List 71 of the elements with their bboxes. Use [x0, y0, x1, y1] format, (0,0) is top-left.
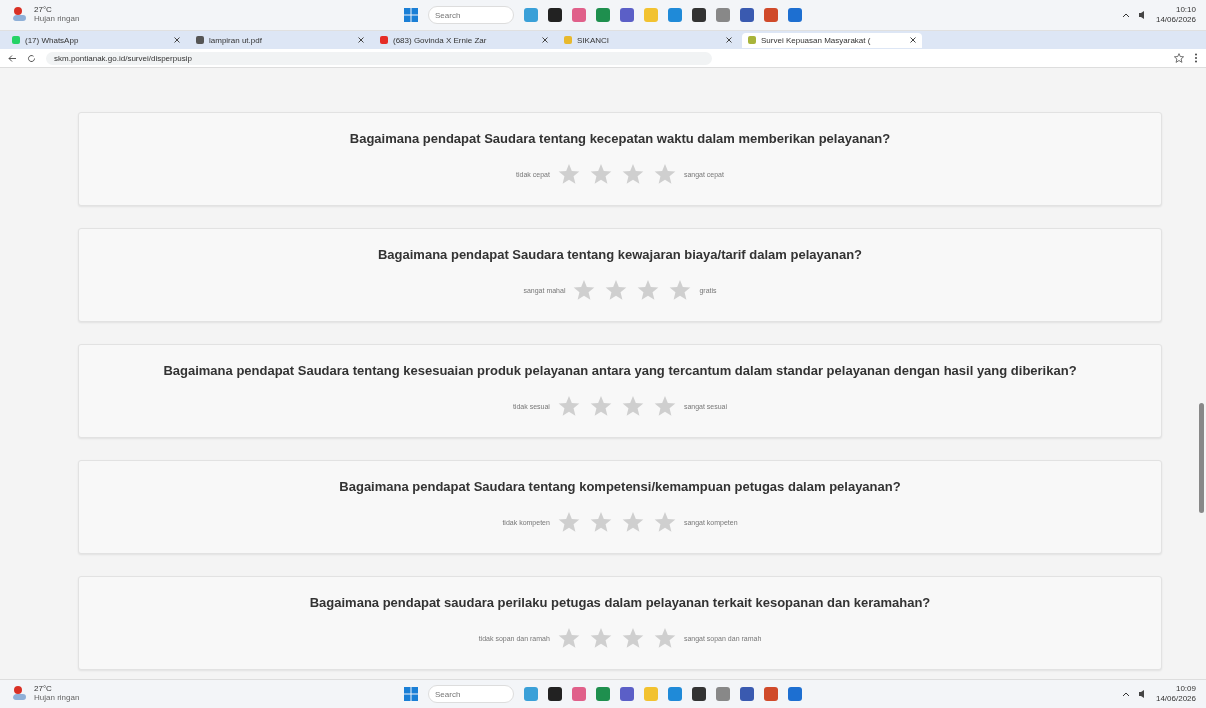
star-icon[interactable] — [621, 512, 644, 533]
app-icon[interactable] — [620, 687, 634, 701]
clock-date: 14/06/2026 — [1155, 694, 1196, 704]
star-icon[interactable] — [653, 164, 676, 185]
clock-time: 10:10 — [1175, 5, 1196, 15]
star-icon[interactable] — [589, 512, 612, 533]
star-icon[interactable] — [621, 164, 644, 185]
windows-icon[interactable] — [404, 8, 418, 22]
app-icon[interactable] — [764, 8, 778, 22]
app-icon[interactable] — [548, 687, 562, 701]
star-icon[interactable] — [557, 396, 580, 417]
chevron-icon[interactable] — [1121, 12, 1130, 18]
url-field[interactable]: skm.pontianak.go.id/survei/disperpusip — [46, 51, 712, 65]
star-icon[interactable] — [653, 512, 676, 533]
back-icon[interactable] — [8, 53, 17, 63]
close-icon[interactable] — [910, 37, 916, 43]
star-icon[interactable] — [557, 164, 580, 185]
question-text: Bagaimana pendapat Saudara tentang kesesuaian produk pelayanan antara yang tercantum dalam standar pelayanan dengan hasil yang diberikan? — [163, 363, 1077, 378]
star-icon[interactable] — [589, 628, 612, 649]
app-icon[interactable] — [740, 8, 754, 22]
browser-tab[interactable]: Survei Kepuasan Masyarakat ( — [742, 32, 922, 48]
reload-icon[interactable] — [27, 53, 36, 63]
app-icon[interactable] — [716, 8, 730, 22]
chevron-icon[interactable] — [1121, 691, 1130, 697]
windows-icon[interactable] — [404, 687, 418, 701]
star-icon[interactable] — [557, 512, 580, 533]
browser-tab[interactable]: lampiran ut.pdf — [190, 32, 370, 48]
app-icon[interactable] — [716, 687, 730, 701]
clock-date: 14/06/2026 — [1155, 15, 1196, 25]
browser-tab[interactable]: SIKANCI — [558, 32, 738, 48]
more-icon[interactable] — [1194, 53, 1198, 63]
star-icon[interactable] — [621, 396, 644, 417]
close-icon[interactable] — [174, 37, 180, 43]
star-icon[interactable] — [557, 628, 580, 649]
app-icon[interactable] — [692, 687, 706, 701]
question-text: Bagaimana pendapat Saudara tentang kewajaran biaya/tarif dalam pelayanan? — [377, 247, 863, 262]
star-icon[interactable] — [589, 396, 612, 417]
browser-tab[interactable]: (17) WhatsApp — [6, 32, 186, 48]
temperature: 27°C — [34, 685, 53, 694]
app-icon[interactable] — [596, 687, 610, 701]
weather-text: Hujan ringan — [34, 694, 80, 703]
star-icon[interactable] — [637, 280, 660, 301]
star-icon[interactable] — [589, 164, 612, 185]
temperature: 27°C — [34, 6, 53, 15]
app-icon[interactable] — [692, 8, 706, 22]
star-icon[interactable] — [621, 628, 644, 649]
browser-tab[interactable]: (683) Govinda X Ernie Zar — [374, 32, 554, 48]
star-icon[interactable] — [573, 280, 596, 301]
app-icon[interactable] — [596, 8, 610, 22]
star-icon[interactable] — [653, 628, 676, 649]
app-icon[interactable] — [788, 687, 802, 701]
question-text: Bagaimana pendapat saudara perilaku petugas dalam pelayanan terkait kesopanan dan keramahan? — [309, 595, 931, 610]
scrollbar-thumb[interactable] — [1199, 403, 1204, 513]
close-icon[interactable] — [542, 37, 548, 43]
app-icon[interactable] — [740, 687, 754, 701]
close-icon[interactable] — [358, 37, 364, 43]
app-icon[interactable] — [620, 8, 634, 22]
app-icon[interactable] — [788, 8, 802, 22]
question-text: Bagaimana pendapat Saudara tentang kompetensi/kemampuan petugas dalam pelayanan? — [339, 479, 901, 494]
clock-time: 10:09 — [1175, 684, 1196, 694]
star-icon[interactable] — [605, 280, 628, 301]
close-icon[interactable] — [726, 37, 732, 43]
weather-text: Hujan ringan — [34, 15, 80, 24]
star-outline-icon[interactable] — [1174, 53, 1184, 63]
star-icon[interactable] — [669, 280, 692, 301]
search-field[interactable]: Search — [428, 685, 514, 703]
search-field[interactable]: Search — [428, 6, 514, 24]
star-icon[interactable] — [653, 396, 676, 417]
app-icon[interactable] — [764, 687, 778, 701]
app-icon[interactable] — [548, 8, 562, 22]
question-text: Bagaimana pendapat Saudara tentang kecepatan waktu dalam memberikan pelayanan? — [349, 131, 891, 146]
